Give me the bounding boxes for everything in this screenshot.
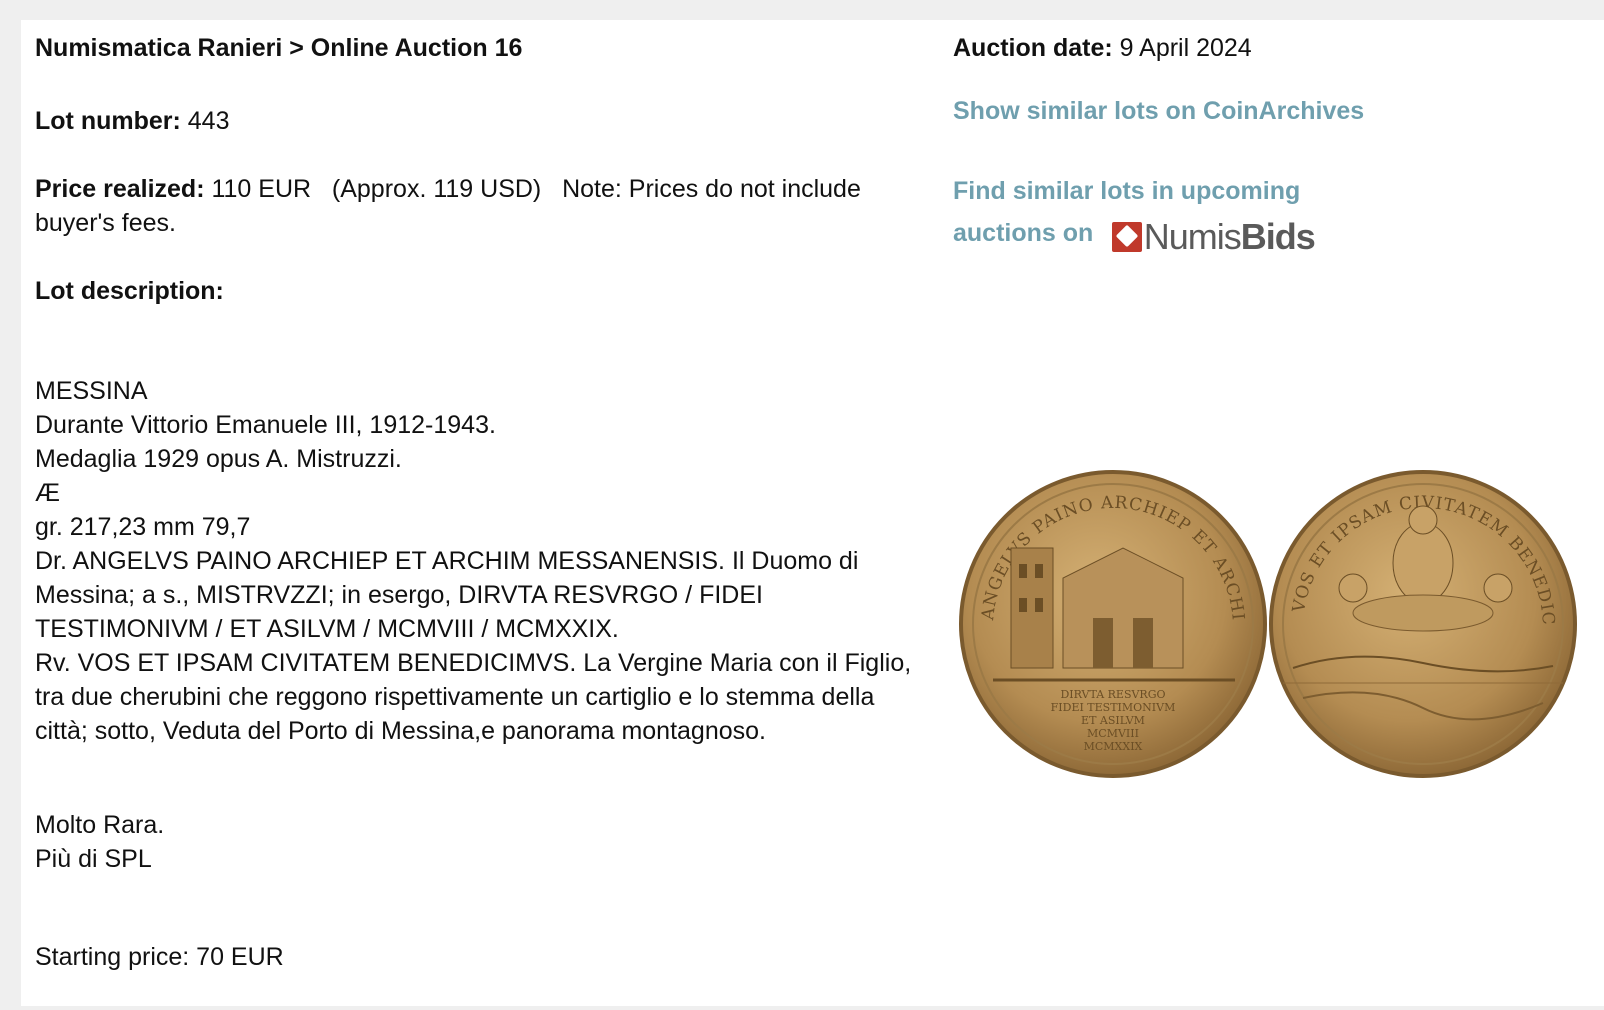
desc-line: MESSINA — [35, 377, 148, 405]
numisbids-logo[interactable]: Numis Bids — [1111, 216, 1316, 258]
medal-obverse: ANGELVS PAINO ARCHIEP ET ARCHIM MESSANEN… — [953, 468, 1267, 778]
desc-line: Æ — [35, 479, 60, 507]
rarity: Molto Rara. — [35, 811, 165, 839]
exergue-line: MCMXXIX — [1084, 740, 1143, 753]
starting-price: Starting price: 70 EUR — [35, 943, 284, 971]
auction-date-label: Auction date: — [953, 34, 1113, 62]
desc-line: Rv. VOS ET IPSAM CIVITATEM BENEDICIMVS. … — [35, 649, 912, 745]
lot-number: Lot number: 443 — [35, 104, 230, 138]
desc-line: Dr. ANGELVS PAINO ARCHIEP ET ARCHIM MESS… — [35, 547, 859, 643]
lot-card: Numismatica Ranieri > Online Auction 16 … — [21, 20, 1604, 1006]
coinarchives-link[interactable]: Show similar lots on CoinArchives — [953, 97, 1364, 126]
numisbids-logo-numis: Numis — [1143, 216, 1242, 258]
lot-number-value: 443 — [187, 107, 230, 135]
gavel-icon — [1111, 221, 1142, 252]
grade: Più di SPL — [35, 845, 152, 873]
exergue-line: DIRVTA RESVRGO — [1060, 688, 1165, 701]
desc-line: gr. 217,23 mm 79,7 — [35, 513, 251, 541]
numisbids-link-block[interactable]: Find similar lots in upcoming auctions o… — [953, 172, 1373, 256]
description-body: MESSINA Durante Vittorio Emanuele III, 1… — [35, 374, 925, 748]
auction-date-value: 9 April 2024 — [1119, 34, 1252, 62]
breadcrumb[interactable]: Numismatica Ranieri > Online Auction 16 — [35, 34, 522, 63]
desc-line: Durante Vittorio Emanuele III, 1912-1943… — [35, 411, 496, 439]
rarity-grade: Molto Rara. Più di SPL — [35, 808, 164, 876]
exergue-line: ET ASILVM — [1081, 714, 1145, 727]
exergue-line: FIDEI TESTIMONIVM — [1051, 701, 1176, 714]
lot-image[interactable]: ANGELVS PAINO ARCHIEP ET ARCHIM MESSANEN… — [953, 468, 1593, 780]
exergue-line: MCMVIII — [1087, 727, 1139, 740]
numisbids-logo-bids: Bids — [1240, 216, 1316, 258]
price-label: Price realized: — [35, 175, 205, 203]
auction-date: Auction date: 9 April 2024 — [953, 34, 1252, 63]
price-realized: Price realized: 110 EUR (Approx. 119 USD… — [35, 172, 925, 240]
lot-number-label: Lot number: — [35, 107, 181, 135]
desc-line: Medaglia 1929 opus A. Mistruzzi. — [35, 445, 402, 473]
description-heading: Lot description: — [35, 277, 224, 305]
